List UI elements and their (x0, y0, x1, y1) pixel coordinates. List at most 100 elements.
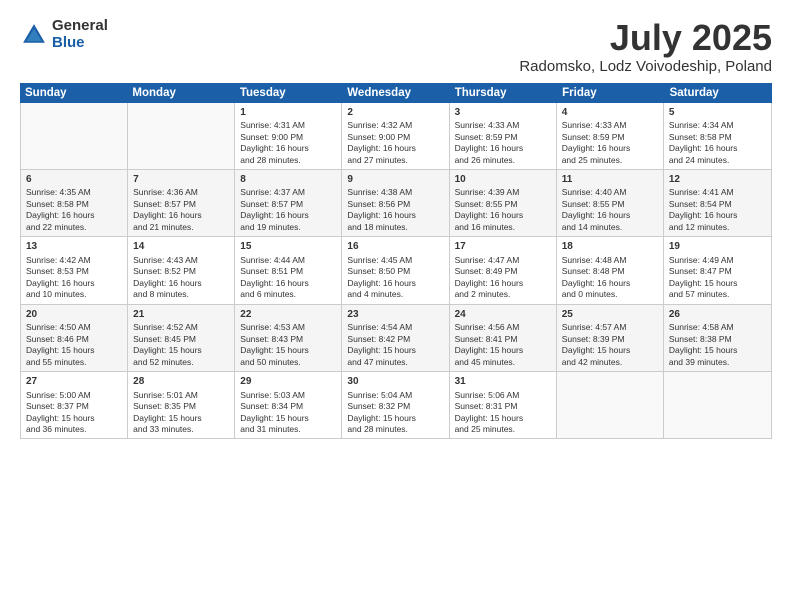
day-info-line: and 16 minutes. (455, 222, 551, 233)
page: General Blue July 2025 Radomsko, Lodz Vo… (0, 0, 792, 612)
header-cell-thursday: Thursday (450, 83, 557, 103)
day-info-line: Daylight: 16 hours (455, 210, 551, 221)
day-info-line: Sunrise: 4:33 AM (455, 120, 551, 131)
day-number: 27 (26, 375, 122, 389)
day-info-line: Sunrise: 4:58 AM (669, 322, 766, 333)
calendar-cell: 5Sunrise: 4:34 AMSunset: 8:58 PMDaylight… (664, 103, 771, 169)
day-info-line: Sunset: 8:31 PM (455, 401, 551, 412)
calendar-cell: 28Sunrise: 5:01 AMSunset: 8:35 PMDayligh… (128, 372, 235, 438)
day-info-line: Sunset: 8:42 PM (347, 334, 443, 345)
header-cell-tuesday: Tuesday (235, 83, 342, 103)
day-number: 9 (347, 173, 443, 187)
day-info-line: Sunset: 8:58 PM (669, 132, 766, 143)
day-info-line: Sunrise: 4:39 AM (455, 187, 551, 198)
day-info-line: and 8 minutes. (133, 289, 229, 300)
calendar-cell: 31Sunrise: 5:06 AMSunset: 8:31 PMDayligh… (450, 372, 557, 438)
day-info-line: Sunset: 8:51 PM (240, 266, 336, 277)
day-info-line: Sunrise: 4:38 AM (347, 187, 443, 198)
day-info-line: Daylight: 15 hours (347, 413, 443, 424)
day-info-line: and 12 minutes. (669, 222, 766, 233)
header: General Blue July 2025 Radomsko, Lodz Vo… (20, 18, 772, 75)
day-info-line: Sunset: 8:59 PM (455, 132, 551, 143)
day-number: 11 (562, 173, 658, 187)
day-number: 18 (562, 240, 658, 254)
day-number: 15 (240, 240, 336, 254)
day-info-line: Sunrise: 5:01 AM (133, 390, 229, 401)
day-info-line: Daylight: 15 hours (133, 345, 229, 356)
day-info-line: Sunrise: 4:35 AM (26, 187, 122, 198)
day-number: 10 (455, 173, 551, 187)
day-info-line: and 27 minutes. (347, 155, 443, 166)
day-info-line: and 25 minutes. (562, 155, 658, 166)
day-number: 23 (347, 308, 443, 322)
day-info-line: Daylight: 16 hours (240, 143, 336, 154)
calendar-cell: 3Sunrise: 4:33 AMSunset: 8:59 PMDaylight… (450, 103, 557, 169)
day-number: 13 (26, 240, 122, 254)
day-info-line: and 57 minutes. (669, 289, 766, 300)
calendar-cell: 22Sunrise: 4:53 AMSunset: 8:43 PMDayligh… (235, 305, 342, 371)
logo-icon (20, 21, 48, 49)
calendar-cell: 17Sunrise: 4:47 AMSunset: 8:49 PMDayligh… (450, 237, 557, 303)
day-info-line: Sunset: 8:56 PM (347, 199, 443, 210)
calendar-cell: 18Sunrise: 4:48 AMSunset: 8:48 PMDayligh… (557, 237, 664, 303)
calendar-cell: 23Sunrise: 4:54 AMSunset: 8:42 PMDayligh… (342, 305, 449, 371)
calendar-cell: 15Sunrise: 4:44 AMSunset: 8:51 PMDayligh… (235, 237, 342, 303)
day-info-line: Sunset: 8:46 PM (26, 334, 122, 345)
day-number: 17 (455, 240, 551, 254)
day-info-line: and 47 minutes. (347, 357, 443, 368)
day-info-line: Sunrise: 4:52 AM (133, 322, 229, 333)
day-info-line: Sunrise: 4:48 AM (562, 255, 658, 266)
calendar-cell (664, 372, 771, 438)
day-info-line: Sunrise: 5:06 AM (455, 390, 551, 401)
day-number: 4 (562, 106, 658, 120)
calendar-cell: 29Sunrise: 5:03 AMSunset: 8:34 PMDayligh… (235, 372, 342, 438)
day-info-line: Sunset: 8:53 PM (26, 266, 122, 277)
logo-text: General Blue (52, 18, 108, 51)
calendar-row-2: 6Sunrise: 4:35 AMSunset: 8:58 PMDaylight… (21, 170, 771, 237)
day-info-line: Daylight: 15 hours (562, 345, 658, 356)
calendar-header: SundayMondayTuesdayWednesdayThursdayFrid… (20, 83, 772, 103)
logo-blue: Blue (52, 35, 108, 52)
calendar-body: 1Sunrise: 4:31 AMSunset: 9:00 PMDaylight… (20, 103, 772, 440)
calendar-cell: 8Sunrise: 4:37 AMSunset: 8:57 PMDaylight… (235, 170, 342, 236)
calendar: SundayMondayTuesdayWednesdayThursdayFrid… (20, 83, 772, 600)
day-info-line: Daylight: 16 hours (562, 278, 658, 289)
day-number: 8 (240, 173, 336, 187)
day-info-line: Daylight: 16 hours (26, 278, 122, 289)
header-cell-saturday: Saturday (665, 83, 772, 103)
day-info-line: Sunrise: 4:31 AM (240, 120, 336, 131)
day-info-line: Daylight: 16 hours (240, 278, 336, 289)
day-info-line: and 14 minutes. (562, 222, 658, 233)
day-info-line: Sunrise: 4:36 AM (133, 187, 229, 198)
day-info-line: Daylight: 15 hours (240, 345, 336, 356)
day-info-line: and 50 minutes. (240, 357, 336, 368)
day-info-line: Sunset: 8:37 PM (26, 401, 122, 412)
day-info-line: Sunrise: 4:44 AM (240, 255, 336, 266)
day-info-line: Sunset: 8:49 PM (455, 266, 551, 277)
calendar-cell: 13Sunrise: 4:42 AMSunset: 8:53 PMDayligh… (21, 237, 128, 303)
day-info-line: Sunrise: 4:40 AM (562, 187, 658, 198)
logo: General Blue (20, 18, 108, 51)
day-info-line: Sunset: 8:59 PM (562, 132, 658, 143)
day-number: 26 (669, 308, 766, 322)
header-cell-wednesday: Wednesday (342, 83, 449, 103)
calendar-row-4: 20Sunrise: 4:50 AMSunset: 8:46 PMDayligh… (21, 305, 771, 372)
day-info-line: and 24 minutes. (669, 155, 766, 166)
day-number: 31 (455, 375, 551, 389)
day-info-line: Daylight: 16 hours (455, 143, 551, 154)
day-info-line: Sunrise: 4:54 AM (347, 322, 443, 333)
calendar-row-3: 13Sunrise: 4:42 AMSunset: 8:53 PMDayligh… (21, 237, 771, 304)
day-info-line: and 33 minutes. (133, 424, 229, 435)
day-info-line: and 0 minutes. (562, 289, 658, 300)
day-info-line: and 2 minutes. (455, 289, 551, 300)
day-number: 22 (240, 308, 336, 322)
day-info-line: Sunrise: 4:56 AM (455, 322, 551, 333)
calendar-cell: 24Sunrise: 4:56 AMSunset: 8:41 PMDayligh… (450, 305, 557, 371)
day-info-line: and 36 minutes. (26, 424, 122, 435)
day-info-line: and 45 minutes. (455, 357, 551, 368)
day-info-line: Sunset: 8:34 PM (240, 401, 336, 412)
day-info-line: and 19 minutes. (240, 222, 336, 233)
day-info-line: Sunset: 8:41 PM (455, 334, 551, 345)
day-info-line: Sunset: 8:55 PM (455, 199, 551, 210)
day-info-line: Sunrise: 4:32 AM (347, 120, 443, 131)
